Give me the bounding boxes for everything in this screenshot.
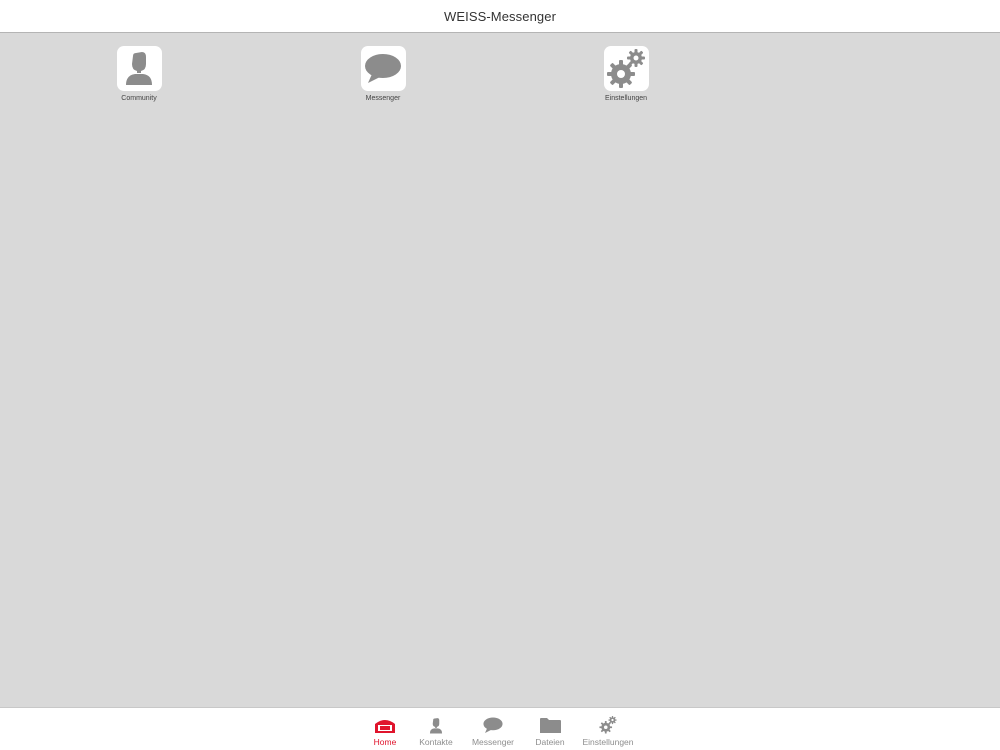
app-title: WEISS-Messenger (443, 8, 557, 24)
tab-dateien[interactable]: Dateien (532, 712, 568, 750)
person-icon (116, 46, 162, 91)
tile-community[interactable]: Community (99, 46, 179, 102)
tab-label: Messenger (471, 737, 515, 747)
tab-bar: Home Kontakte Messenger Dateien Einstell… (0, 707, 1000, 750)
folder-icon (539, 712, 562, 734)
gears-icon (599, 712, 617, 734)
speech-bubble-icon (482, 712, 504, 734)
tab-home[interactable]: Home (368, 712, 402, 750)
tab-messenger[interactable]: Messenger (468, 712, 518, 750)
person-icon (429, 712, 443, 734)
tile-label: Messenger (365, 95, 401, 102)
tab-label: Einstellungen (582, 737, 634, 747)
speech-bubble-icon (360, 46, 406, 91)
tab-kontakte[interactable]: Kontakte (414, 712, 458, 750)
tile-einstellungen[interactable]: Einstellungen (586, 46, 666, 102)
tab-label: Kontakte (419, 737, 453, 747)
tile-label: Einstellungen (604, 95, 648, 102)
home-icon (374, 712, 396, 734)
home-screen: Community Messenger Einstellungen (0, 33, 1000, 707)
tab-label: Home (373, 737, 397, 747)
tab-einstellungen[interactable]: Einstellungen (580, 712, 636, 750)
tab-label: Dateien (535, 737, 565, 747)
gears-icon (603, 46, 649, 91)
navigation-bar: WEISS-Messenger (0, 0, 1000, 33)
tile-messenger[interactable]: Messenger (343, 46, 423, 102)
tile-label: Community (121, 95, 157, 102)
